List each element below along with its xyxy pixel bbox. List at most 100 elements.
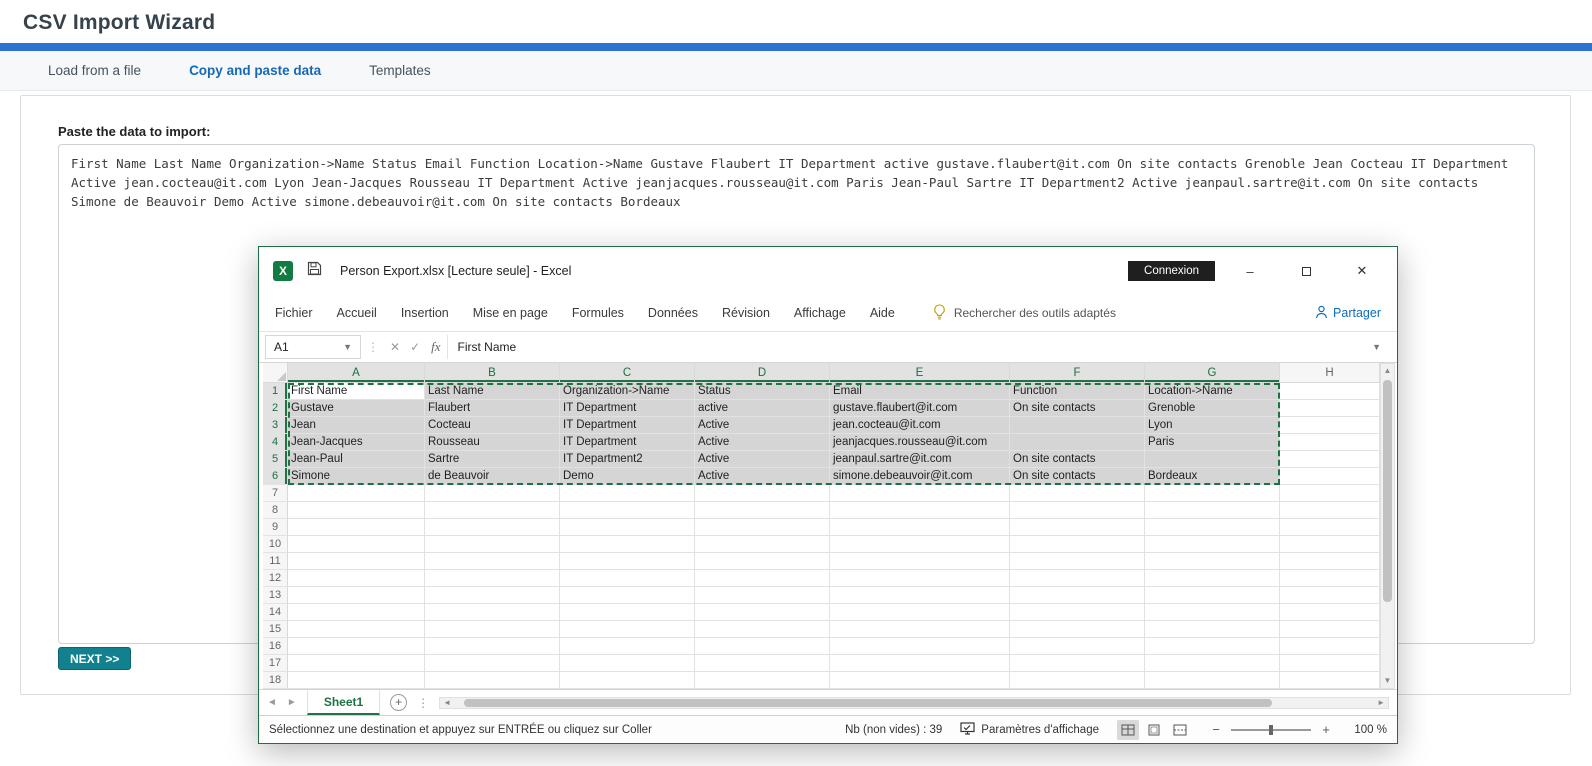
cell-G5[interactable] — [1145, 451, 1280, 468]
cell-B12[interactable] — [425, 570, 560, 587]
cell-E18[interactable] — [830, 672, 1010, 689]
sheet-next-icon[interactable]: ► — [287, 697, 297, 708]
search-tools[interactable]: Rechercher des outils adaptés — [933, 304, 1116, 323]
cell-A16[interactable] — [288, 638, 425, 655]
cell-B2[interactable]: Flaubert — [425, 400, 560, 417]
cell-C8[interactable] — [560, 502, 695, 519]
cell-A13[interactable] — [288, 587, 425, 604]
cell-B9[interactable] — [425, 519, 560, 536]
cell-H17[interactable] — [1280, 655, 1380, 672]
cell-A17[interactable] — [288, 655, 425, 672]
cell-C15[interactable] — [560, 621, 695, 638]
menu-accueil[interactable]: Accueil — [337, 306, 377, 320]
sheet-menu-icon[interactable]: ⋮ — [417, 696, 429, 710]
row-header-9[interactable]: 9 — [263, 519, 288, 536]
cell-D14[interactable] — [695, 604, 830, 621]
cell-G7[interactable] — [1145, 485, 1280, 502]
cell-G14[interactable] — [1145, 604, 1280, 621]
scroll-down-icon[interactable]: ▼ — [1384, 674, 1392, 688]
row-header-14[interactable]: 14 — [263, 604, 288, 621]
add-sheet-button[interactable]: + — [390, 694, 407, 711]
cell-F17[interactable] — [1010, 655, 1145, 672]
cell-E14[interactable] — [830, 604, 1010, 621]
cell-F10[interactable] — [1010, 536, 1145, 553]
cell-F3[interactable] — [1010, 417, 1145, 434]
cell-A12[interactable] — [288, 570, 425, 587]
cell-D6[interactable]: Active — [695, 468, 830, 485]
cell-D9[interactable] — [695, 519, 830, 536]
cell-H2[interactable] — [1280, 400, 1380, 417]
minimize-button[interactable]: – — [1229, 264, 1271, 279]
column-header-F[interactable]: F — [1010, 363, 1145, 383]
save-icon[interactable] — [307, 261, 322, 281]
column-header-H[interactable]: H — [1280, 363, 1380, 383]
cell-E13[interactable] — [830, 587, 1010, 604]
cell-H1[interactable] — [1280, 383, 1380, 400]
cell-D15[interactable] — [695, 621, 830, 638]
cell-H12[interactable] — [1280, 570, 1380, 587]
cell-G16[interactable] — [1145, 638, 1280, 655]
cell-B13[interactable] — [425, 587, 560, 604]
tab-copy-and-paste-data[interactable]: Copy and paste data — [189, 63, 321, 78]
cell-F7[interactable] — [1010, 485, 1145, 502]
connexion-button[interactable]: Connexion — [1128, 261, 1215, 281]
cell-A6[interactable]: Simone — [288, 468, 425, 485]
scroll-right-icon[interactable]: ► — [1377, 698, 1385, 707]
cell-H10[interactable] — [1280, 536, 1380, 553]
row-header-8[interactable]: 8 — [263, 502, 288, 519]
cell-G4[interactable]: Paris — [1145, 434, 1280, 451]
cell-B17[interactable] — [425, 655, 560, 672]
cell-A14[interactable] — [288, 604, 425, 621]
cell-E5[interactable]: jeanpaul.sartre@it.com — [830, 451, 1010, 468]
cell-A5[interactable]: Jean-Paul — [288, 451, 425, 468]
cell-C11[interactable] — [560, 553, 695, 570]
cell-E11[interactable] — [830, 553, 1010, 570]
cell-C7[interactable] — [560, 485, 695, 502]
cell-H9[interactable] — [1280, 519, 1380, 536]
cell-G13[interactable] — [1145, 587, 1280, 604]
select-all-corner[interactable] — [263, 363, 288, 383]
cell-F1[interactable]: Function — [1010, 383, 1145, 400]
cell-B6[interactable]: de Beauvoir — [425, 468, 560, 485]
menu-donn-es[interactable]: Données — [648, 306, 698, 320]
cell-G15[interactable] — [1145, 621, 1280, 638]
menu-r-vision[interactable]: Révision — [722, 306, 770, 320]
cell-G6[interactable]: Bordeaux — [1145, 468, 1280, 485]
zoom-in-button[interactable]: + — [1319, 722, 1333, 737]
cell-F5[interactable]: On site contacts — [1010, 451, 1145, 468]
cell-H6[interactable] — [1280, 468, 1380, 485]
cell-D5[interactable]: Active — [695, 451, 830, 468]
cell-C16[interactable] — [560, 638, 695, 655]
cell-D4[interactable]: Active — [695, 434, 830, 451]
cell-F11[interactable] — [1010, 553, 1145, 570]
formula-expand-icon[interactable]: ▼ — [1372, 342, 1381, 352]
sheet-prev-icon[interactable]: ◄ — [267, 697, 277, 708]
row-header-16[interactable]: 16 — [263, 638, 288, 655]
formula-cancel-icon[interactable]: ✕ — [385, 340, 405, 354]
horizontal-scroll-thumb[interactable] — [464, 699, 1272, 707]
row-header-5[interactable]: 5 — [263, 451, 288, 468]
cell-F15[interactable] — [1010, 621, 1145, 638]
cell-E17[interactable] — [830, 655, 1010, 672]
cell-D18[interactable] — [695, 672, 830, 689]
cell-F2[interactable]: On site contacts — [1010, 400, 1145, 417]
vertical-scrollbar[interactable]: ▲ ▼ — [1380, 363, 1395, 689]
row-header-10[interactable]: 10 — [263, 536, 288, 553]
cell-B5[interactable]: Sartre — [425, 451, 560, 468]
cell-E3[interactable]: jean.cocteau@it.com — [830, 417, 1010, 434]
view-page-layout-icon[interactable] — [1143, 720, 1165, 740]
cell-D17[interactable] — [695, 655, 830, 672]
cell-B7[interactable] — [425, 485, 560, 502]
cell-E10[interactable] — [830, 536, 1010, 553]
cell-D1[interactable]: Status — [695, 383, 830, 400]
cell-D3[interactable]: Active — [695, 417, 830, 434]
row-header-1[interactable]: 1 — [263, 383, 288, 400]
cell-H18[interactable] — [1280, 672, 1380, 689]
cell-B16[interactable] — [425, 638, 560, 655]
cell-F8[interactable] — [1010, 502, 1145, 519]
cell-E6[interactable]: simone.debeauvoir@it.com — [830, 468, 1010, 485]
close-button[interactable]: ✕ — [1341, 263, 1383, 279]
cell-H11[interactable] — [1280, 553, 1380, 570]
cell-C13[interactable] — [560, 587, 695, 604]
column-header-D[interactable]: D — [695, 363, 830, 383]
